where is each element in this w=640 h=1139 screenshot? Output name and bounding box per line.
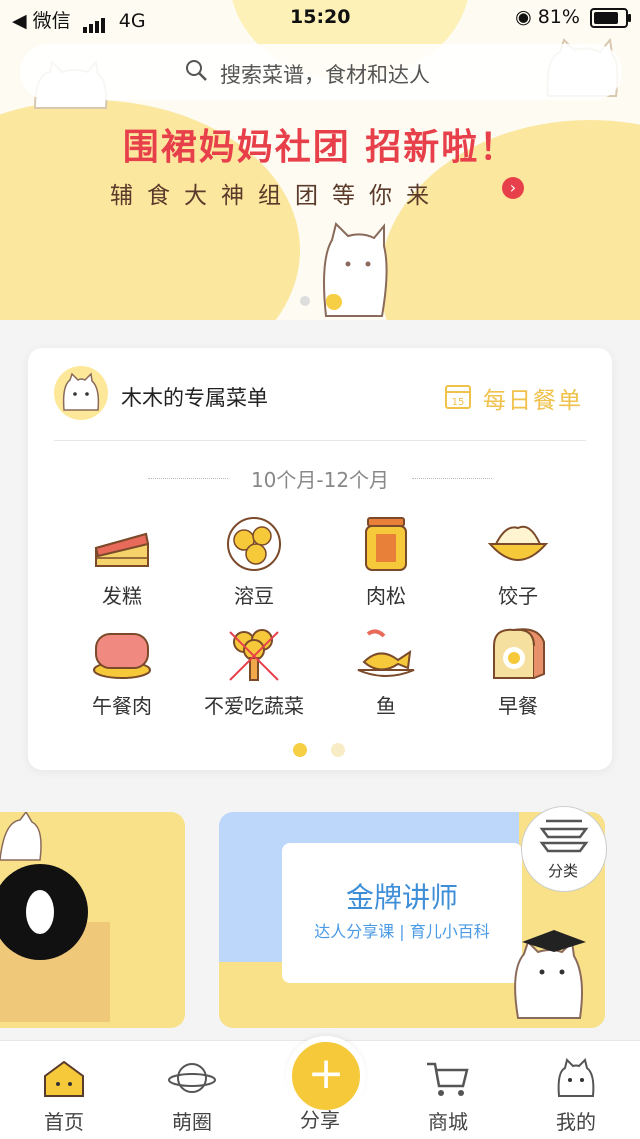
tab-label: 我的: [556, 1110, 596, 1134]
carousel-dot[interactable]: [300, 296, 310, 306]
svg-text:15: 15: [452, 397, 465, 408]
cat-face-icon: [62, 372, 100, 411]
rotation-lock-icon: ◉: [515, 6, 532, 28]
broccoli-icon: [229, 629, 279, 681]
promo-card-left[interactable]: [0, 812, 185, 1028]
category-item-luncheon-meat[interactable]: 午餐肉: [56, 624, 188, 719]
menu-card-title: 木木的专属菜单: [121, 386, 268, 410]
search-icon: [186, 60, 207, 81]
tab-label: 萌圈: [172, 1110, 212, 1134]
tab-label: 商城: [428, 1110, 468, 1134]
category-label: 鱼: [376, 694, 396, 718]
tab-mall[interactable]: 商城: [398, 1058, 498, 1135]
lecture-title: 金牌讲师: [345, 881, 458, 914]
carrier-label: ◀ 微信: [12, 10, 71, 32]
status-bar: ◀ 微信 4G 15:20 ◉ 81%: [0, 0, 640, 36]
category-item-floss[interactable]: 肉松: [320, 514, 452, 609]
cart-icon: [427, 1062, 469, 1096]
tab-mine[interactable]: 我的: [526, 1058, 626, 1135]
tab-home[interactable]: 首页: [14, 1058, 114, 1135]
clock: 15:20: [290, 6, 351, 28]
lecture-subtitle: 达人分享课 | 育儿小百科: [314, 922, 490, 941]
battery-icon: [590, 7, 631, 28]
category-label: 午餐肉: [92, 694, 152, 718]
chevron-right-icon[interactable]: ›: [502, 177, 524, 199]
category-label: 早餐: [498, 694, 538, 718]
tab-share[interactable]: 分享: [270, 1104, 370, 1133]
cat-face-icon: [557, 1058, 595, 1097]
planet-icon: [168, 1063, 216, 1093]
category-label: 溶豆: [234, 584, 274, 608]
floss-jar-icon: [365, 517, 407, 571]
lemon-icon: [227, 517, 281, 571]
category-item-dumpling[interactable]: 饺子: [452, 514, 584, 609]
network-label: 4G: [118, 10, 146, 32]
tab-label: 分享: [300, 1108, 340, 1132]
graduate-cat-icon: [514, 930, 586, 1019]
category-label: 不爱吃蔬菜: [204, 694, 304, 718]
fish-icon: [357, 629, 415, 677]
divider: [54, 440, 586, 441]
category-label: 发糕: [102, 584, 142, 608]
category-item-vegetables[interactable]: 不爱吃蔬菜: [188, 624, 320, 719]
category-item-breakfast[interactable]: 早餐: [452, 624, 584, 719]
cake-icon: [94, 532, 150, 567]
cat-in-box-illustration: [0, 812, 110, 1022]
banner-subtitle: 辅食大神组团等你来: [110, 183, 443, 209]
age-range-label: 10个月-12个月: [250, 468, 390, 492]
category-label: 饺子: [498, 584, 538, 608]
tab-circle[interactable]: 萌圈: [142, 1058, 242, 1135]
calendar-icon: 15: [445, 385, 471, 409]
luncheon-meat-icon: [93, 633, 151, 679]
category-item-beans[interactable]: 溶豆: [188, 514, 320, 609]
stacked-bowls-icon: [539, 819, 589, 853]
classify-label: 分类: [547, 862, 578, 880]
pager-dot-active[interactable]: [293, 743, 307, 757]
toast-icon: [493, 628, 545, 679]
battery-percent: 81%: [537, 6, 580, 28]
home-icon: [44, 1060, 84, 1097]
dumpling-icon: [487, 525, 549, 561]
pager-dot[interactable]: [331, 743, 345, 757]
search-placeholder: 搜索菜谱，食材和达人: [220, 63, 430, 87]
category-label: 肉松: [366, 584, 406, 608]
carousel-dot-active[interactable]: [326, 294, 339, 307]
signal-icon: [82, 11, 107, 33]
tab-label: 首页: [44, 1110, 84, 1134]
category-item-fish[interactable]: 鱼: [320, 624, 452, 719]
category-item-cake[interactable]: 发糕: [56, 514, 188, 609]
daily-menu-link[interactable]: 每日餐单: [483, 381, 583, 415]
avatar[interactable]: [54, 366, 108, 420]
banner-title: 围裙妈妈社团 招新啦！: [122, 127, 518, 168]
